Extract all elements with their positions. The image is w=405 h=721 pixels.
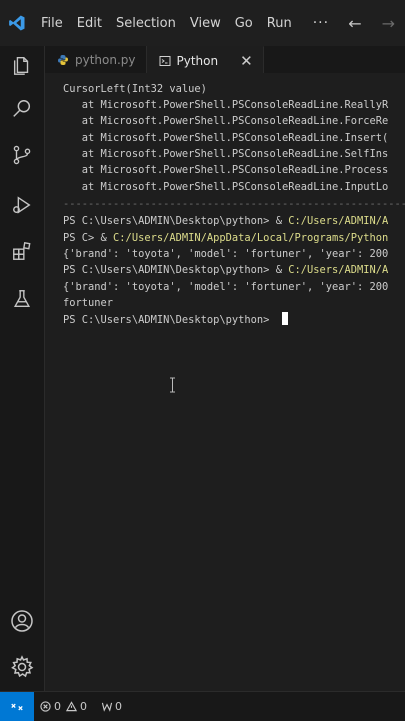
- menu-edit[interactable]: Edit: [70, 16, 109, 31]
- remote-indicator-icon[interactable]: [0, 692, 34, 721]
- terminal-line: at Microsoft.PowerShell.PSConsoleReadLin…: [63, 130, 389, 146]
- terminal-line: at Microsoft.PowerShell.PSConsoleReadLin…: [63, 146, 389, 162]
- forward-arrow-icon[interactable]: →: [372, 14, 405, 33]
- terminal-line: PS C> & C:/Users/ADMIN/AppData/Local/Pro…: [63, 230, 388, 246]
- terminal-line: PS C:\Users\ADMIN\Desktop\python> & C:/U…: [63, 262, 388, 278]
- terminal-text: PS C:\Users\ADMIN\Desktop\python>: [63, 314, 276, 326]
- terminal-text: ----------------------------------------…: [63, 198, 405, 210]
- vscode-logo-icon: [0, 0, 34, 46]
- terminal-line: at Microsoft.PowerShell.PSConsoleReadLin…: [63, 97, 389, 113]
- warning-icon: [66, 701, 77, 712]
- extensions-icon[interactable]: [9, 238, 35, 264]
- terminal-text: PS C> &: [63, 232, 114, 244]
- terminal-path-highlight: C:/Users/ADMIN/A: [288, 264, 389, 276]
- settings-gear-icon[interactable]: [9, 654, 35, 680]
- python-file-icon: [57, 54, 69, 66]
- error-count: 0: [54, 700, 61, 713]
- title-bar: File Edit Selection View Go Run ··· ← →: [0, 0, 405, 46]
- terminal-text: {'brand': 'toyota', 'model': 'fortuner',…: [63, 281, 389, 293]
- search-icon[interactable]: [9, 96, 35, 122]
- ports-indicator[interactable]: 0: [101, 700, 122, 713]
- menu-more[interactable]: ···: [299, 15, 336, 31]
- explorer-icon[interactable]: [9, 52, 35, 78]
- terminal-line: at Microsoft.PowerShell.PSConsoleReadLin…: [63, 162, 389, 178]
- terminal-text: {'brand': 'toyota', 'model': 'fortuner',…: [63, 248, 389, 260]
- editor-tabs: python.py Python ✕: [45, 46, 405, 74]
- terminal-text: at Microsoft.PowerShell.PSConsoleReadLin…: [63, 164, 389, 176]
- account-icon[interactable]: [9, 608, 35, 634]
- ports-count: 0: [115, 700, 122, 713]
- terminal-text: fortuner: [63, 297, 114, 309]
- terminal-text: at Microsoft.PowerShell.PSConsoleReadLin…: [63, 99, 389, 111]
- menu-go[interactable]: Go: [228, 16, 260, 31]
- problems-indicator[interactable]: 0 0: [40, 700, 87, 713]
- terminal-text: at Microsoft.PowerShell.PSConsoleReadLin…: [63, 132, 389, 144]
- terminal-line: at Microsoft.PowerShell.PSConsoleReadLin…: [63, 113, 389, 129]
- terminal-text: CursorLeft(Int32 value): [63, 83, 207, 95]
- terminal-text: at Microsoft.PowerShell.PSConsoleReadLin…: [63, 181, 389, 193]
- terminal-icon: [159, 55, 171, 67]
- terminal-text: at Microsoft.PowerShell.PSConsoleReadLin…: [63, 115, 389, 127]
- menu-bar: File Edit Selection View Go Run ···: [34, 0, 336, 46]
- terminal-line: PS C:\Users\ADMIN\Desktop\python> & C:/U…: [63, 213, 388, 229]
- status-bar: 0 0 0: [0, 691, 405, 721]
- navigation-controls: ← →: [338, 0, 405, 46]
- terminal-path-highlight: C:/Users/ADMIN/AppData/Local/Programs/Py…: [113, 232, 389, 244]
- terminal-panel[interactable]: CursorLeft(Int32 value) at Microsoft.Pow…: [45, 73, 405, 691]
- terminal-line: at Microsoft.PowerShell.PSConsoleReadLin…: [63, 179, 389, 195]
- tab-label: python.py: [75, 52, 136, 67]
- run-debug-icon[interactable]: [9, 192, 35, 218]
- menu-view[interactable]: View: [183, 16, 228, 31]
- terminal-line: ----------------------------------------…: [63, 196, 405, 212]
- testing-flask-icon[interactable]: [9, 286, 35, 312]
- terminal-line: {'brand': 'toyota', 'model': 'fortuner',…: [63, 279, 388, 295]
- terminal-path-highlight: C:/Users/ADMIN/A: [288, 215, 389, 227]
- tab-python-py[interactable]: python.py: [45, 46, 147, 73]
- terminal-line: CursorLeft(Int32 value): [63, 81, 207, 97]
- menu-run[interactable]: Run: [260, 16, 299, 31]
- terminal-text: at Microsoft.PowerShell.PSConsoleReadLin…: [63, 148, 389, 160]
- terminal-line: fortuner: [63, 295, 113, 311]
- back-arrow-icon[interactable]: ←: [338, 14, 371, 33]
- tab-python-terminal[interactable]: Python ✕: [146, 46, 264, 74]
- terminal-line: {'brand': 'toyota', 'model': 'fortuner',…: [63, 246, 388, 262]
- menu-file[interactable]: File: [34, 16, 70, 31]
- source-control-icon[interactable]: [9, 142, 35, 168]
- error-icon: [40, 701, 51, 712]
- terminal-line: PS C:\Users\ADMIN\Desktop\python>: [63, 312, 288, 328]
- text-cursor-icon: [169, 377, 176, 393]
- terminal-cursor: [281, 312, 288, 325]
- ports-icon: [101, 701, 113, 712]
- terminal-text: PS C:\Users\ADMIN\Desktop\python> &: [63, 264, 289, 276]
- warning-count: 0: [80, 700, 87, 713]
- close-icon[interactable]: ✕: [240, 52, 253, 70]
- activity-bar: [0, 46, 45, 691]
- tab-label: Python: [176, 53, 219, 68]
- menu-selection[interactable]: Selection: [109, 16, 183, 31]
- terminal-text: PS C:\Users\ADMIN\Desktop\python> &: [63, 215, 289, 227]
